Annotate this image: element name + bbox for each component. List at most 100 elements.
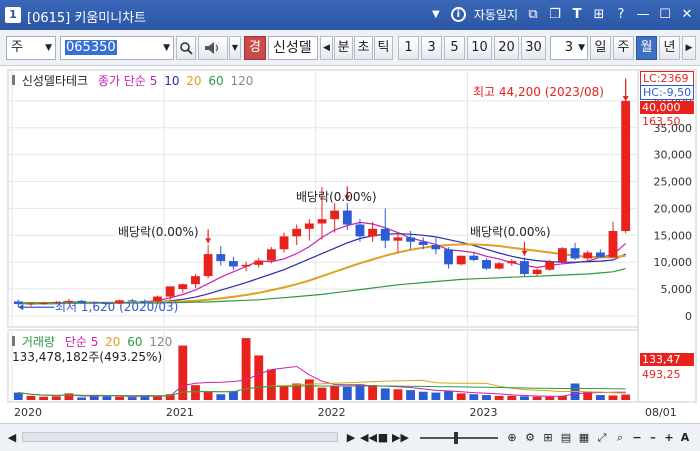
settings-icon[interactable]: ⚙	[522, 429, 538, 446]
copy-icon[interactable]: ❐	[548, 7, 562, 22]
scroll-left-icon[interactable]: ◀	[6, 429, 18, 446]
dropdown-arrow-icon[interactable]: ▼	[429, 9, 443, 20]
volume-bar	[393, 389, 403, 400]
period-button-second[interactable]: 초	[354, 36, 373, 60]
interval-button-20[interactable]: 20	[494, 36, 519, 60]
volume-bar	[279, 385, 289, 400]
crosshair-icon[interactable]: ⊕	[504, 429, 520, 446]
price-legend-ma-60: 60	[208, 74, 224, 88]
change-label: 163,50	[642, 115, 681, 128]
unit-button-day[interactable]: 일	[590, 36, 611, 60]
zoom-slider[interactable]	[420, 432, 498, 444]
zoom-in-icon[interactable]: +	[662, 429, 676, 446]
x-tick-label: 2020	[14, 406, 42, 419]
volume-bar	[431, 392, 441, 400]
candle-body	[570, 248, 580, 259]
chevron-down-icon: ▼	[163, 43, 170, 53]
volume-bar	[608, 395, 618, 400]
volume-bar	[595, 395, 605, 400]
price-legend-ma-10: 10	[164, 74, 180, 88]
price-legend-ma-120: 120	[230, 74, 254, 88]
prev-arrow-button[interactable]: ◀	[320, 36, 333, 60]
candle-body	[254, 260, 264, 265]
price-legend-ma-5: 5	[149, 74, 158, 88]
close-icon[interactable]: ✕	[680, 7, 694, 22]
x-tick-label: 2021	[166, 406, 194, 419]
candle-body	[368, 228, 378, 237]
x-tick-label-end: 08/01	[645, 406, 677, 419]
zoom-icon[interactable]: ⌕	[612, 429, 628, 446]
candle-body	[621, 100, 631, 231]
volume-bar	[520, 396, 529, 400]
expand-icon[interactable]: ⤢	[594, 429, 610, 446]
search-button[interactable]	[176, 36, 196, 60]
price-volume-chart[interactable]: 05,00010,00015,00020,00025,00030,00035,0…	[0, 66, 700, 423]
sound-dropdown[interactable]: ▼	[229, 36, 241, 60]
grid-icon[interactable]: ⊞	[592, 7, 606, 22]
help-icon[interactable]: ?	[614, 7, 628, 22]
unit-button-year[interactable]: 년	[659, 36, 680, 60]
chart-area[interactable]: 0 5,000 10,000 15,000 20,000 25,000 30,000 35,0…	[0, 66, 700, 423]
sound-button[interactable]	[198, 36, 228, 60]
market-select-value: 주	[11, 40, 23, 55]
candle-body	[241, 264, 251, 267]
table-icon[interactable]: ▦	[576, 429, 592, 446]
interval-button-5[interactable]: 5	[444, 36, 465, 60]
info-icon[interactable]: i	[450, 7, 466, 22]
candle-body	[583, 252, 593, 259]
grid-icon[interactable]: ⊞	[540, 429, 556, 446]
volume-bar	[507, 395, 517, 400]
maximize-icon[interactable]: ☐	[658, 7, 672, 22]
y-tick-label: 0	[685, 310, 692, 323]
window-number-badge: 1	[5, 7, 21, 23]
forward-button[interactable]: ▶▶	[392, 429, 409, 446]
candle-body	[279, 236, 289, 250]
volume-bar	[51, 396, 61, 400]
interval-button-10[interactable]: 10	[467, 36, 492, 60]
candle-body	[165, 286, 175, 297]
candle-body	[330, 210, 340, 220]
zoom-slider-handle[interactable]	[454, 432, 458, 444]
candle-body	[532, 269, 542, 274]
volume-bar	[494, 395, 504, 400]
candle-body	[26, 303, 36, 305]
volume-legend-ma-60: 60	[127, 335, 143, 349]
candle-body	[469, 255, 479, 261]
volume-legend-ma-20: 20	[105, 335, 121, 349]
rewind-button[interactable]: ◀◀	[360, 429, 377, 446]
candle-body	[520, 261, 529, 274]
warning-badge: 경	[244, 36, 266, 60]
volume-bar	[482, 395, 491, 400]
interval-button-3[interactable]: 3	[421, 36, 442, 60]
play-button[interactable]: ▶	[344, 429, 358, 446]
price-legend-series: 종가 단순	[97, 74, 146, 88]
candle-body	[595, 252, 605, 258]
market-select[interactable]: 주 ▼	[6, 36, 56, 60]
lc-label: LC:2369	[640, 71, 694, 86]
chevron-down-icon: ▼	[578, 43, 585, 53]
volume-bar	[127, 397, 137, 400]
interval-select[interactable]: 3 ▼	[550, 36, 588, 60]
interval-button-30[interactable]: 30	[521, 36, 546, 60]
minimize-icon[interactable]: —	[636, 7, 650, 22]
zoom-reset-icon[interactable]: –	[646, 429, 660, 446]
text-icon[interactable]: T	[570, 7, 584, 22]
horizontal-scrollbar[interactable]	[22, 432, 338, 442]
period-button-minute[interactable]: 분	[334, 36, 353, 60]
volume-bar	[115, 396, 124, 400]
code-input[interactable]: 065350 ▼	[60, 36, 174, 60]
period-button-tick[interactable]: 틱	[374, 36, 393, 60]
unit-button-month[interactable]: 월	[636, 36, 657, 60]
interval-button-1[interactable]: 1	[398, 36, 419, 60]
layout-icon[interactable]: ▤	[558, 429, 574, 446]
volume-bar	[203, 391, 213, 400]
y-tick-label: 25,000	[654, 176, 693, 189]
volume-bar	[621, 394, 631, 400]
unit-button-week[interactable]: 주	[613, 36, 634, 60]
next-arrow-button[interactable]: ▶	[682, 36, 696, 60]
stop-button[interactable]: ■	[376, 429, 390, 446]
zoom-out-icon[interactable]: −	[630, 429, 644, 446]
auto-scale-icon[interactable]: A	[678, 429, 692, 446]
auto-lock-label[interactable]: 자동일지	[474, 6, 518, 23]
window-tile-icon[interactable]: ⧉	[526, 7, 540, 22]
